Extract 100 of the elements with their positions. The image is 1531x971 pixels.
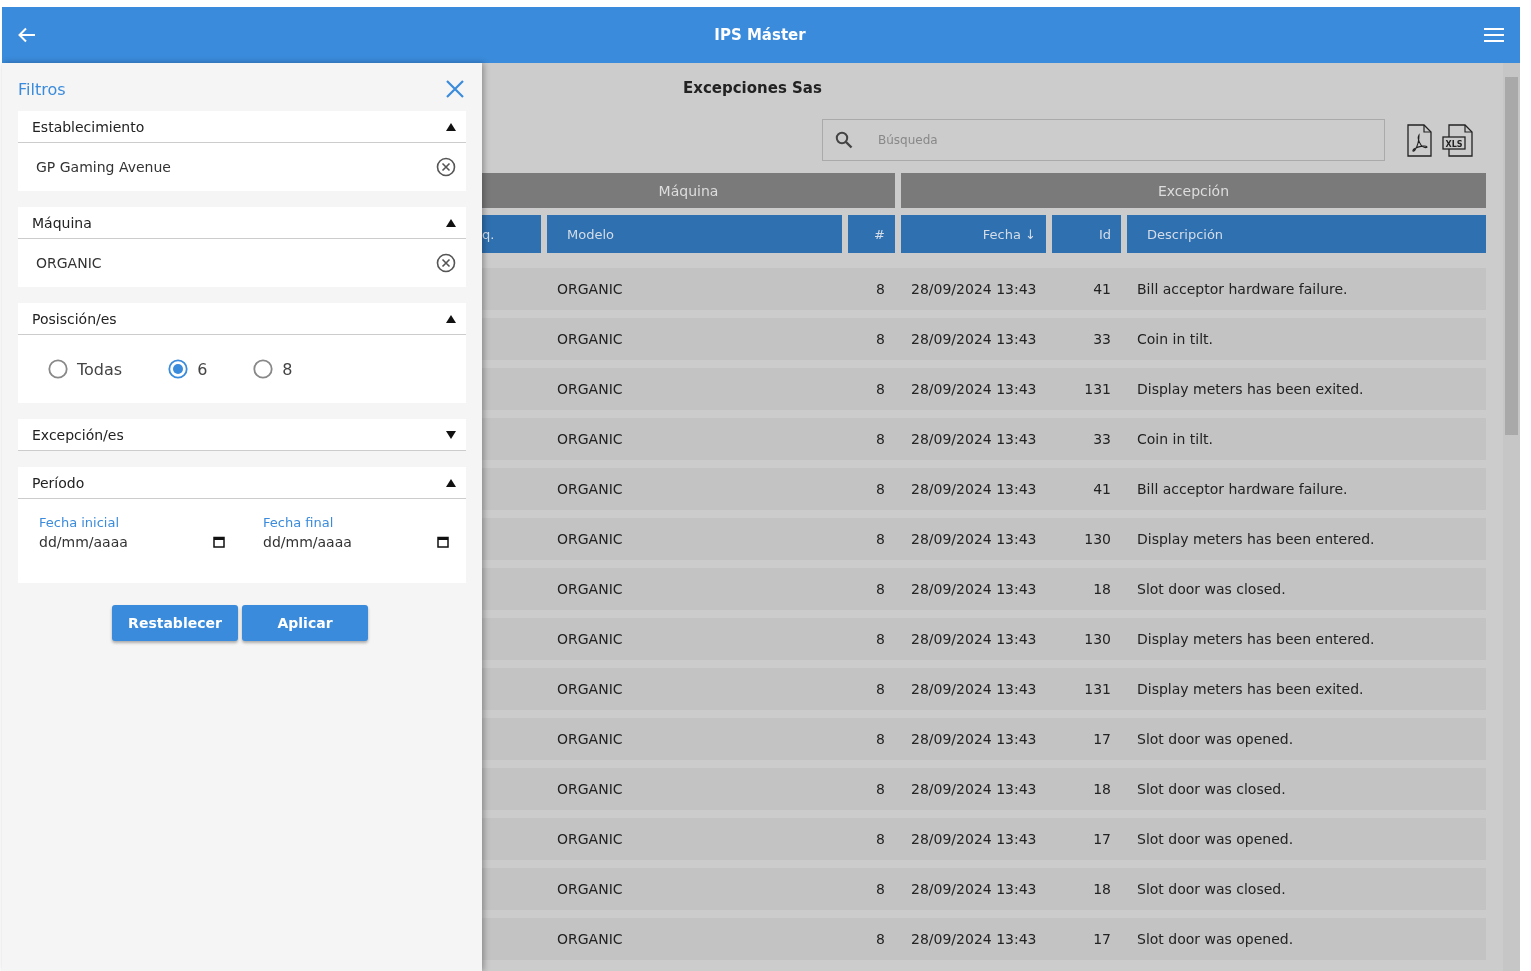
- table-cell-text: 8: [875, 781, 886, 797]
- table-cell-text: 17: [1092, 731, 1112, 747]
- column-header[interactable]: Descripción: [1127, 215, 1486, 253]
- table-row[interactable]: ORGANIC 8 28/09/2024 13:43 18 Slot door was closed.: [482, 768, 1486, 810]
- column-header[interactable]: #: [848, 215, 895, 253]
- table-row[interactable]: ORGANIC 8 28/09/2024 13:43 41 Bill acceptor hardware failure.: [482, 468, 1486, 510]
- section-title[interactable]: Establecimiento: [32, 118, 145, 135]
- radio-option[interactable]: 8: [253, 359, 293, 379]
- table-cell-text: 8: [875, 281, 886, 297]
- table-cell-text: 130: [1083, 631, 1112, 647]
- section-title[interactable]: Posisción/es: [32, 310, 117, 327]
- table-cell-text: ORGANIC: [556, 781, 624, 797]
- group-header: Máquina: [482, 173, 895, 208]
- table-cell-text: 28/09/2024 13:43: [910, 931, 1038, 947]
- table-cell-text: ORGANIC: [556, 431, 624, 447]
- table-cell-text: ORGANIC: [556, 631, 624, 647]
- date-field[interactable]: dd/mm/aaaa: [263, 534, 403, 550]
- table-cell-text: 28/09/2024 13:43: [910, 331, 1038, 347]
- table-row[interactable]: ORGANIC 8 28/09/2024 13:43 17 Slot door was opened.: [482, 918, 1486, 960]
- table-cell-text: Slot door was closed.: [1136, 881, 1287, 897]
- selected-value: GP Gaming Avenue: [36, 159, 171, 175]
- collapse-arrow-icon[interactable]: [446, 314, 456, 323]
- column-header[interactable]: Modelo: [547, 215, 842, 253]
- collapse-arrow-icon[interactable]: [446, 218, 456, 227]
- table-row[interactable]: ORGANIC 8 28/09/2024 13:43 131 Display meters has been exited.: [482, 368, 1486, 410]
- table-cell-text: 28/09/2024 13:43: [910, 881, 1038, 897]
- table-cell-text: 28/09/2024 13:43: [910, 831, 1038, 847]
- close-icon[interactable]: [446, 80, 464, 98]
- section-title[interactable]: Período: [32, 474, 85, 491]
- table-cell-text: Bill acceptor hardware failure.: [1136, 481, 1349, 497]
- date-field[interactable]: dd/mm/aaaa: [39, 534, 179, 550]
- table-cell-text: Bill acceptor hardware failure.: [1136, 281, 1349, 297]
- table-cell-text: 8: [875, 431, 886, 447]
- table-cell-text: Display meters has been exited.: [1136, 681, 1365, 697]
- table-cell-text: ORGANIC: [556, 681, 624, 697]
- pdf-file-icon[interactable]: [1407, 123, 1432, 157]
- radio-option[interactable]: 6: [168, 359, 208, 379]
- expand-arrow-icon[interactable]: [446, 430, 456, 439]
- table-cell-text: 28/09/2024 13:43: [910, 581, 1038, 597]
- page-title: Excepciones Sas: [683, 78, 822, 97]
- table-cell-text: 33: [1092, 431, 1112, 447]
- section-title[interactable]: Excepción/es: [32, 426, 124, 443]
- table-cell-text: 18: [1092, 881, 1112, 897]
- table-cell-text: 41: [1092, 281, 1112, 297]
- reset-button[interactable]: Restablecer: [112, 605, 238, 641]
- table-row[interactable]: ORGANIC 8 28/09/2024 13:43 130 Display meters has been entered.: [482, 518, 1486, 560]
- radio-icon[interactable]: [168, 359, 189, 379]
- collapse-arrow-icon[interactable]: [446, 478, 456, 487]
- search-icon[interactable]: [835, 131, 853, 149]
- panel-title: Filtros: [18, 79, 66, 99]
- collapse-arrow-icon[interactable]: [446, 122, 456, 131]
- table-row[interactable]: ORGANIC 8 28/09/2024 13:43 17 Slot door was opened.: [482, 818, 1486, 860]
- column-header[interactable]: Fecha ↓: [901, 215, 1046, 253]
- table-cell-text: Display meters has been entered.: [1136, 531, 1376, 547]
- apply-button[interactable]: Aplicar: [242, 605, 368, 641]
- radio-icon[interactable]: [48, 359, 68, 379]
- table-cell-text: 8: [875, 331, 886, 347]
- radio-icon[interactable]: [253, 359, 274, 379]
- table-row[interactable]: ORGANIC 8 28/09/2024 13:43 33 Coin in tilt.: [482, 418, 1486, 460]
- clear-icon[interactable]: [436, 157, 456, 177]
- table-row[interactable]: ORGANIC 8 28/09/2024 13:43 17 Slot door was opened.: [482, 718, 1486, 760]
- table-cell-text: Coin in tilt.: [1136, 331, 1214, 347]
- column-header[interactable]: q.: [482, 215, 541, 253]
- table-cell-text: 8: [875, 531, 886, 547]
- back-icon[interactable]: [18, 27, 36, 43]
- table-cell-text: 28/09/2024 13:43: [910, 731, 1038, 747]
- table-cell-text: 28/09/2024 13:43: [910, 281, 1038, 297]
- search-field[interactable]: Búsqueda: [822, 119, 1385, 161]
- table-row[interactable]: ORGANIC 8 28/09/2024 13:43 33 Coin in tilt.: [482, 318, 1486, 360]
- table-cell-text: ORGANIC: [556, 331, 624, 347]
- table-cell-text: 28/09/2024 13:43: [910, 431, 1038, 447]
- table-row[interactable]: ORGANIC 8 28/09/2024 13:43 18 Slot door was closed.: [482, 568, 1486, 610]
- table-cell-text: 28/09/2024 13:43: [910, 681, 1038, 697]
- table-cell-text: Slot door was opened.: [1136, 731, 1295, 747]
- radio-option[interactable]: Todas: [48, 359, 123, 379]
- menu-icon[interactable]: [1484, 28, 1504, 42]
- table-cell-text: ORGANIC: [556, 931, 624, 947]
- calendar-icon[interactable]: [437, 536, 449, 548]
- scrollbar[interactable]: [1503, 63, 1520, 971]
- table-cell-text: ORGANIC: [556, 581, 624, 597]
- table-row[interactable]: ORGANIC 8 28/09/2024 13:43 41 Bill acceptor hardware failure.: [482, 268, 1486, 310]
- clear-icon[interactable]: [436, 253, 456, 273]
- table-cell-text: 8: [875, 581, 886, 597]
- table-cell-text: ORGANIC: [556, 881, 624, 897]
- section-title[interactable]: Máquina: [32, 214, 92, 231]
- column-header[interactable]: Id: [1052, 215, 1121, 253]
- table-cell-text: ORGANIC: [556, 831, 624, 847]
- table-cell-text: 130: [1083, 531, 1112, 547]
- table-cell-text: 28/09/2024 13:43: [910, 631, 1038, 647]
- date-label: Fecha final: [263, 515, 335, 530]
- date-label: Fecha inicial: [39, 515, 121, 530]
- table-cell-text: Coin in tilt.: [1136, 431, 1214, 447]
- calendar-icon[interactable]: [213, 536, 225, 548]
- table-row[interactable]: ORGANIC 8 28/09/2024 13:43 18 Slot door was closed.: [482, 868, 1486, 910]
- table-cell-text: 18: [1092, 781, 1112, 797]
- table-cell-text: 8: [875, 631, 886, 647]
- table-row[interactable]: ORGANIC 8 28/09/2024 13:43 130 Display meters has been entered.: [482, 618, 1486, 660]
- table-row[interactable]: ORGANIC 8 28/09/2024 13:43 131 Display meters has been exited.: [482, 668, 1486, 710]
- table-cell-text: 33: [1092, 331, 1112, 347]
- table-cell-text: ORGANIC: [556, 281, 624, 297]
